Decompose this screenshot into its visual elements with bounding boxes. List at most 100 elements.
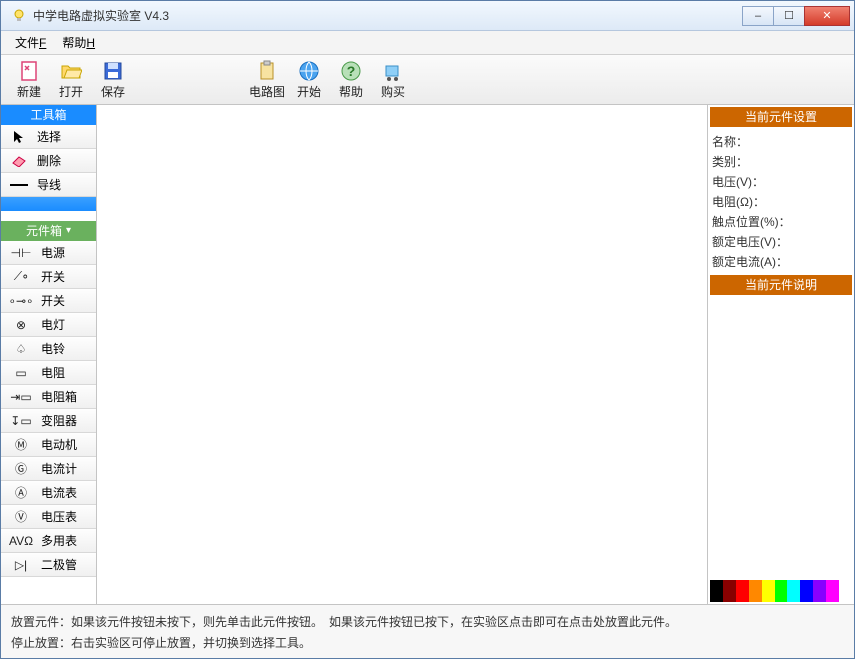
toolbox-footer-strip	[1, 197, 96, 211]
component-symbol-icon: Ⓥ	[1, 508, 41, 525]
new-button[interactable]: 新建	[9, 56, 49, 103]
component-label: 电动机	[41, 436, 96, 453]
help-icon: ?	[339, 59, 363, 83]
color-spectrum[interactable]	[710, 580, 852, 602]
color-swatch[interactable]	[762, 580, 775, 602]
component-电阻[interactable]: ▭电阻	[1, 361, 96, 385]
component-symbol-icon: Ⓐ	[1, 484, 41, 501]
component-二极管[interactable]: ▷|二极管	[1, 553, 96, 577]
component-label: 二极管	[41, 556, 96, 573]
new-label: 新建	[17, 83, 41, 100]
tool-wire-label: 导线	[37, 176, 96, 193]
desc-body	[710, 299, 852, 580]
save-button[interactable]: 保存	[93, 56, 133, 103]
color-swatch[interactable]	[839, 580, 852, 602]
color-swatch[interactable]	[826, 580, 839, 602]
pointer-icon	[1, 130, 37, 144]
close-button[interactable]: ✕	[804, 6, 850, 26]
component-label: 电阻箱	[41, 388, 96, 405]
component-电压表[interactable]: Ⓥ电压表	[1, 505, 96, 529]
color-swatch[interactable]	[736, 580, 749, 602]
component-symbol-icon: ⊗	[1, 318, 41, 332]
color-swatch[interactable]	[813, 580, 826, 602]
color-swatch[interactable]	[787, 580, 800, 602]
component-symbol-icon: AVΩ	[1, 534, 41, 548]
component-开关[interactable]: ∘⊸∘开关	[1, 289, 96, 313]
status-help-bar: 放置元件： 如果该元件按钮未按下，则先单击此元件按钮。 如果该元件按钮已按下，在…	[1, 604, 854, 658]
circuit-button[interactable]: 电路图	[247, 56, 287, 103]
component-电源[interactable]: ⊣⊢电源	[1, 241, 96, 265]
minimize-button[interactable]: –	[742, 6, 774, 26]
tool-delete-label: 删除	[37, 152, 96, 169]
component-label: 开关	[41, 292, 96, 309]
component-symbol-icon: ∘⊸∘	[1, 294, 41, 308]
open-label: 打开	[59, 83, 83, 100]
component-symbol-icon: ⟋∘	[1, 269, 41, 284]
tool-wire[interactable]: 导线	[1, 173, 96, 197]
component-电流计[interactable]: Ⓖ电流计	[1, 457, 96, 481]
componentbox-header[interactable]: 元件箱	[1, 221, 96, 241]
canvas-workspace[interactable]	[97, 105, 708, 604]
component-电流表[interactable]: Ⓐ电流表	[1, 481, 96, 505]
menu-help[interactable]: 帮助H	[54, 31, 103, 54]
property-list: 名称：类别：电压(V)：电阻(Ω)：触点位置(%)：额定电压(V)：额定电流(A…	[710, 131, 852, 271]
app-icon	[11, 8, 27, 24]
color-swatch[interactable]	[775, 580, 788, 602]
save-label: 保存	[101, 83, 125, 100]
component-label: 电流计	[41, 460, 96, 477]
maximize-button[interactable]: ☐	[773, 6, 805, 26]
component-label: 电铃	[41, 340, 96, 357]
menu-file[interactable]: 文件F	[7, 31, 54, 54]
left-panel: 工具箱 选择 删除 导线 元件箱 ⊣⊢电源⟋∘开关∘⊸∘开关⊗电灯♤电铃▭电阻⇥…	[1, 105, 97, 604]
component-电动机[interactable]: Ⓜ电动机	[1, 433, 96, 457]
component-symbol-icon: Ⓖ	[1, 460, 41, 477]
help-label: 帮助	[339, 83, 363, 100]
circuit-label: 电路图	[249, 83, 285, 100]
help-button[interactable]: ? 帮助	[331, 56, 371, 103]
component-symbol-icon: ▷|	[1, 558, 41, 572]
tool-delete[interactable]: 删除	[1, 149, 96, 173]
save-disk-icon	[101, 59, 125, 83]
color-swatch[interactable]	[749, 580, 762, 602]
titlebar: 中学电路虚拟实验室 V4.3 – ☐ ✕	[1, 1, 854, 31]
help-line1-key: 放置元件：	[11, 613, 71, 630]
component-多用表[interactable]: AVΩ多用表	[1, 529, 96, 553]
property-row: 类别：	[712, 151, 850, 171]
property-row: 额定电压(V)：	[712, 231, 850, 251]
component-list: ⊣⊢电源⟋∘开关∘⊸∘开关⊗电灯♤电铃▭电阻⇥▭电阻箱↧▭变阻器Ⓜ电动机Ⓖ电流计…	[1, 241, 96, 577]
property-row: 额定电流(A)：	[712, 251, 850, 271]
window-title: 中学电路虚拟实验室 V4.3	[33, 7, 742, 24]
globe-icon	[297, 59, 321, 83]
menubar: 文件F 帮助H	[1, 31, 854, 55]
component-symbol-icon: Ⓜ	[1, 436, 41, 453]
component-label: 电压表	[41, 508, 96, 525]
right-panel: 当前元件设置 名称：类别：电压(V)：电阻(Ω)：触点位置(%)：额定电压(V)…	[708, 105, 854, 604]
start-button[interactable]: 开始	[289, 56, 329, 103]
open-button[interactable]: 打开	[51, 56, 91, 103]
component-电铃[interactable]: ♤电铃	[1, 337, 96, 361]
property-row: 触点位置(%)：	[712, 211, 850, 231]
color-swatch[interactable]	[723, 580, 736, 602]
wire-icon	[1, 181, 37, 189]
property-row: 电压(V)：	[712, 171, 850, 191]
component-电灯[interactable]: ⊗电灯	[1, 313, 96, 337]
tool-select[interactable]: 选择	[1, 125, 96, 149]
color-swatch[interactable]	[800, 580, 813, 602]
color-swatch[interactable]	[710, 580, 723, 602]
property-row: 电阻(Ω)：	[712, 191, 850, 211]
component-label: 开关	[41, 268, 96, 285]
component-变阻器[interactable]: ↧▭变阻器	[1, 409, 96, 433]
desc-title: 当前元件说明	[710, 275, 852, 295]
component-label: 电灯	[41, 316, 96, 333]
component-symbol-icon: ♤	[1, 342, 41, 356]
component-label: 电源	[41, 244, 96, 261]
toolbar: 新建 打开 保存 电路图 开始 ? 帮助 购买	[1, 55, 854, 105]
component-symbol-icon: ▭	[1, 366, 41, 380]
toolbox-header: 工具箱	[1, 105, 96, 125]
property-row: 名称：	[712, 131, 850, 151]
component-开关[interactable]: ⟋∘开关	[1, 265, 96, 289]
help-line2-key: 停止放置：	[11, 634, 71, 651]
start-label: 开始	[297, 83, 321, 100]
buy-button[interactable]: 购买	[373, 56, 413, 103]
component-电阻箱[interactable]: ⇥▭电阻箱	[1, 385, 96, 409]
